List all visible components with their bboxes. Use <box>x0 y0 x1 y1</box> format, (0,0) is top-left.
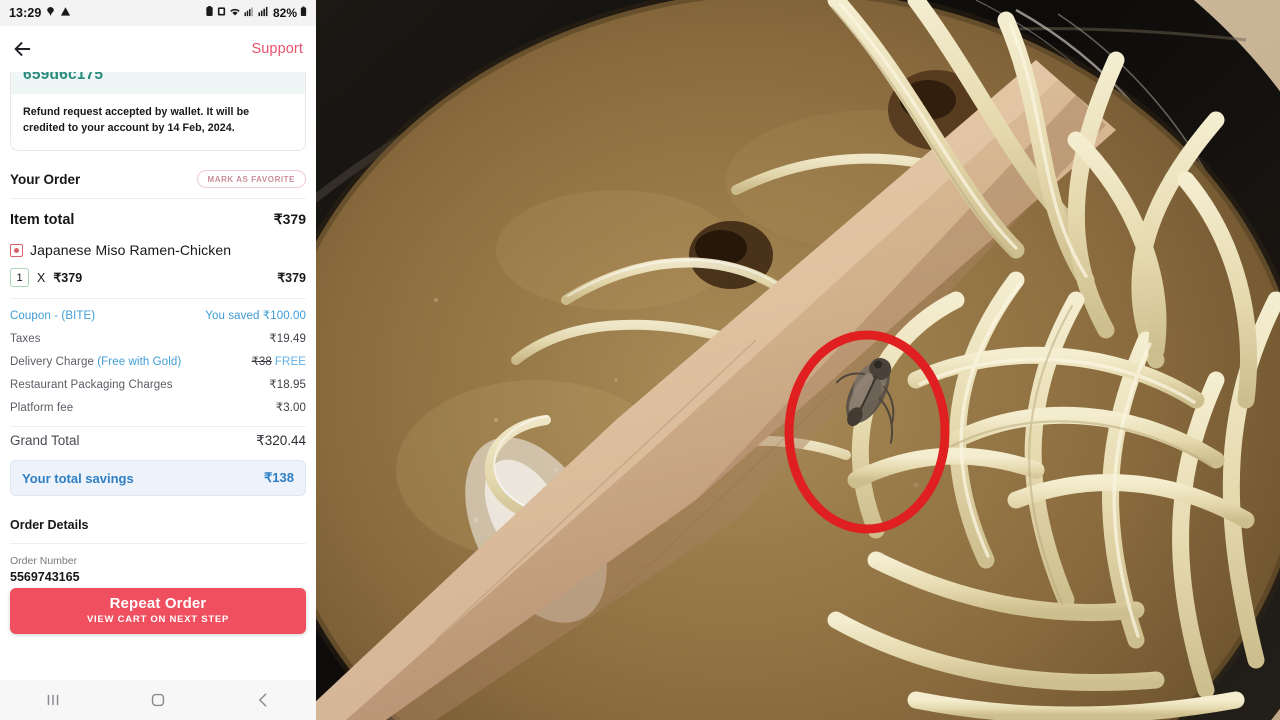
delivery-charge-text: Delivery Charge <box>10 355 94 368</box>
taxes-value: ₹19.49 <box>269 332 306 345</box>
charge-row-coupon: Coupon - (BITE) You saved ₹100.00 <box>10 303 306 326</box>
repeat-order-button[interactable]: Repeat Order VIEW CART ON NEXT STEP <box>10 588 306 634</box>
phone-screenshot-panel: 13:29 82% Support 659d6c175 Refund reque… <box>0 0 316 720</box>
your-order-title: Your Order <box>10 171 81 187</box>
wifi-icon <box>229 4 241 22</box>
divider-grand-total <box>10 426 306 428</box>
taxes-label: Taxes <box>10 332 41 345</box>
dish-unit-price: ₹379 <box>53 271 83 286</box>
grand-total-value: ₹320.44 <box>256 433 306 449</box>
item-total-value: ₹379 <box>273 211 306 228</box>
dish-row: Japanese Miso Ramen-Chicken <box>10 242 306 258</box>
delivery-original-price: ₹38 <box>251 355 272 368</box>
packaging-value: ₹18.95 <box>269 378 306 391</box>
dish-name-label: Japanese Miso Ramen-Chicken <box>30 242 232 259</box>
screenshot-root: 13:29 82% Support 659d6c175 Refund reque… <box>0 0 1280 720</box>
refund-status-card: 659d6c175 Refund request accepted by wal… <box>10 72 306 152</box>
repeat-order-sublabel: VIEW CART ON NEXT STEP <box>86 614 230 625</box>
divider-order-details <box>10 543 306 545</box>
platform-fee-label: Platform fee <box>10 401 74 414</box>
delivery-charge-label: Delivery Charge (Free with Gold) <box>10 356 181 368</box>
status-bar-right: 82% <box>205 4 307 22</box>
recents-icon[interactable] <box>23 680 83 720</box>
coupon-label: Coupon - (BITE) <box>10 309 96 322</box>
item-total-row: Item total ₹379 <box>10 211 306 228</box>
order-number-value: 5569743165 <box>10 570 80 585</box>
charges-list: Coupon - (BITE) You saved ₹100.00 Taxes … <box>10 303 306 418</box>
charge-row-taxes: Taxes ₹19.49 <box>10 326 306 349</box>
sim-signal-icon <box>244 4 255 22</box>
refund-note-text: Refund request accepted by wallet. It wi… <box>23 106 250 135</box>
grand-total-row: Grand Total ₹320.44 <box>10 433 306 449</box>
ramen-bowl-photo <box>316 0 1280 720</box>
back-arrow-icon[interactable] <box>11 38 33 60</box>
your-order-header: Your Order MARK AS FAVORITE <box>10 170 306 189</box>
back-icon[interactable] <box>233 680 293 720</box>
status-bar: 13:29 82% <box>0 0 316 26</box>
location-icon <box>45 4 56 22</box>
dish-quantity-left: 1 X ₹379 <box>10 268 83 288</box>
status-bar-left: 13:29 <box>9 4 71 22</box>
home-icon[interactable] <box>128 680 188 720</box>
total-savings-banner: Your total savings ₹138 <box>10 460 306 497</box>
packaging-label: Restaurant Packaging Charges <box>10 378 173 391</box>
app-bar: Support <box>0 26 316 72</box>
dish-line-total: ₹379 <box>277 271 306 286</box>
signal-icon <box>258 4 269 22</box>
battery-percent-label: 82% <box>272 6 297 20</box>
divider <box>10 198 306 200</box>
non-veg-indicator-icon <box>10 243 23 257</box>
mute-icon <box>217 4 226 22</box>
warning-icon <box>60 4 71 22</box>
total-savings-label: Your total savings <box>22 470 134 486</box>
divider-charges <box>10 298 306 300</box>
photo-illustration <box>316 0 1280 720</box>
charge-row-packaging: Restaurant Packaging Charges ₹18.95 <box>10 372 306 395</box>
total-savings-value: ₹138 <box>264 470 294 486</box>
refund-id-label: 659d6c175 <box>23 72 104 83</box>
multiply-symbol: X <box>37 270 46 285</box>
platform-fee-value: ₹3.00 <box>275 401 306 414</box>
battery-icon <box>300 4 307 22</box>
mark-as-favorite-button[interactable]: MARK AS FAVORITE <box>196 170 306 189</box>
charge-row-platform-fee: Platform fee ₹3.00 <box>10 395 306 418</box>
charge-row-delivery: Delivery Charge (Free with Gold) ₹38 FREE <box>10 349 306 372</box>
coupon-value: You saved ₹100.00 <box>205 309 306 322</box>
free-with-gold-tag: (Free with Gold) <box>97 355 182 368</box>
grand-total-label: Grand Total <box>10 433 80 449</box>
order-details-title: Order Details <box>10 518 89 533</box>
alarm-icon <box>205 4 214 22</box>
delivery-charge-value: ₹38 FREE <box>252 354 307 368</box>
support-link[interactable]: Support <box>252 41 304 57</box>
order-summary-scroll[interactable]: 659d6c175 Refund request accepted by wal… <box>0 72 316 680</box>
refund-id-strip: 659d6c175 <box>11 72 305 94</box>
order-number-label: Order Number <box>10 555 78 568</box>
item-total-label: Item total <box>10 212 75 229</box>
system-nav-bar <box>0 680 316 720</box>
status-bar-time: 13:29 <box>9 6 42 20</box>
delivery-free-label: FREE <box>274 355 306 368</box>
repeat-order-label: Repeat Order <box>109 595 207 612</box>
quantity-box: 1 <box>10 268 29 288</box>
dish-quantity-row: 1 X ₹379 ₹379 <box>10 268 306 288</box>
